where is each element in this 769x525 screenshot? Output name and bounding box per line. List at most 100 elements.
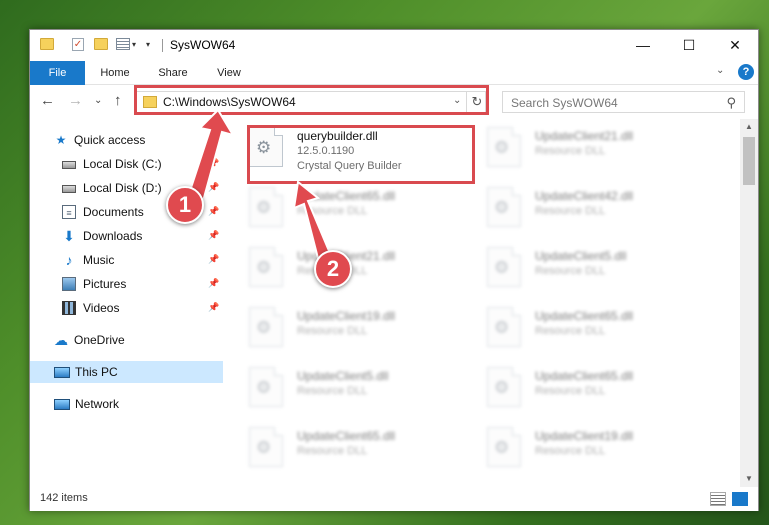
- quick-access-dropdown-icon[interactable]: ▾: [132, 40, 136, 49]
- sidebar-item-pictures[interactable]: Pictures 📌: [30, 273, 223, 295]
- file-tile[interactable]: ⚙ UpdateClient19.dll Resource DLL: [463, 419, 688, 467]
- up-button[interactable]: ↑: [114, 92, 122, 110]
- maximize-button[interactable]: ☐: [666, 30, 712, 60]
- pin-icon[interactable]: 📌: [208, 302, 219, 313]
- search-icon[interactable]: ⚲: [726, 95, 736, 111]
- dll-file-icon: ⚙: [487, 187, 521, 227]
- network-icon: [54, 399, 70, 410]
- dll-file-icon: ⚙: [249, 427, 283, 467]
- gear-icon: ⚙: [494, 378, 510, 397]
- recent-locations-button[interactable]: ⌄: [94, 92, 102, 110]
- file-name: UpdateClient65.dll: [535, 309, 634, 323]
- gear-icon: ⚙: [256, 438, 272, 457]
- item-count: 142 items: [40, 492, 88, 504]
- file-name: UpdateClient42.dll: [535, 189, 634, 203]
- customize-icon[interactable]: [116, 38, 130, 50]
- dll-file-icon: ⚙: [487, 127, 521, 167]
- search-input[interactable]: Search SysWOW64 ⚲: [502, 91, 745, 113]
- gear-icon: ⚙: [494, 258, 510, 277]
- star-icon: ★: [55, 133, 67, 147]
- pin-icon[interactable]: 📌: [208, 254, 219, 265]
- navigation-pane: ★ Quick access Local Disk (C:) 📌 Local D…: [30, 119, 225, 487]
- title-bar: ✓ ▾ ▾ SysWOW64 — ☐ ✕: [30, 30, 758, 61]
- gear-icon: ⚙: [494, 198, 510, 217]
- folder-icon: [40, 38, 54, 50]
- pin-icon[interactable]: 📌: [208, 230, 219, 241]
- sidebar-item-music[interactable]: ♪ Music 📌: [30, 249, 223, 271]
- scrollbar-thumb[interactable]: [743, 137, 755, 185]
- pin-icon[interactable]: 📌: [208, 158, 219, 169]
- sidebar-item-downloads[interactable]: ⬇ Downloads 📌: [30, 225, 223, 247]
- tab-share[interactable]: Share: [150, 61, 196, 85]
- vertical-scrollbar[interactable]: ▲ ▼: [740, 119, 758, 487]
- gear-icon: ⚙: [256, 258, 272, 277]
- file-name: UpdateClient65.dll: [297, 189, 396, 203]
- file-tile[interactable]: ⚙ UpdateClient42.dll Resource DLL: [463, 179, 688, 227]
- search-placeholder: Search SysWOW64: [511, 96, 618, 110]
- pictures-icon: [62, 277, 76, 291]
- close-button[interactable]: ✕: [712, 30, 758, 60]
- tab-file[interactable]: File: [30, 61, 85, 85]
- file-highlight-box: [247, 125, 475, 184]
- window-title: SysWOW64: [170, 38, 236, 52]
- step-badge-1: 1: [166, 186, 204, 224]
- file-name: UpdateClient19.dll: [535, 429, 634, 443]
- drive-icon: [62, 185, 76, 193]
- dll-file-icon: ⚙: [487, 367, 521, 407]
- sidebar-item-quick-access[interactable]: ★ Quick access: [30, 129, 223, 151]
- file-type: Resource DLL: [297, 325, 368, 337]
- sidebar-item-this-pc[interactable]: This PC: [30, 361, 223, 383]
- file-tile[interactable]: ⚙ UpdateClient5.dll Resource DLL: [225, 359, 450, 407]
- new-folder-icon[interactable]: [94, 38, 108, 50]
- quick-access-toolbar-caret-icon[interactable]: ▾: [146, 40, 150, 49]
- pin-icon[interactable]: 📌: [208, 278, 219, 289]
- gear-icon: ⚙: [256, 378, 272, 397]
- dll-file-icon: ⚙: [487, 307, 521, 347]
- file-type: Resource DLL: [535, 325, 606, 337]
- details-view-icon[interactable]: [710, 492, 726, 506]
- file-type: Resource DLL: [297, 445, 368, 457]
- ribbon: File Home Share View ⌄ ?: [30, 61, 758, 85]
- sidebar-item-label: Local Disk (C:): [83, 157, 162, 171]
- tab-view[interactable]: View: [206, 61, 252, 85]
- file-type: Resource DLL: [297, 205, 368, 217]
- file-tile[interactable]: ⚙ UpdateClient65.dll Resource DLL: [225, 419, 450, 467]
- file-type: Resource DLL: [535, 145, 606, 157]
- music-icon: ♪: [65, 252, 73, 268]
- documents-icon: ≡: [62, 205, 76, 219]
- sidebar-item-local-disk-c[interactable]: Local Disk (C:) 📌: [30, 153, 223, 175]
- file-name: UpdateClient5.dll: [535, 249, 627, 263]
- file-type: Resource DLL: [535, 445, 606, 457]
- pin-icon[interactable]: 📌: [208, 182, 219, 193]
- help-icon[interactable]: ?: [738, 64, 754, 80]
- sidebar-item-network[interactable]: Network: [30, 393, 223, 415]
- pin-icon[interactable]: 📌: [208, 206, 219, 217]
- forward-button[interactable]: →: [68, 92, 83, 110]
- sidebar-item-label: This PC: [75, 365, 118, 379]
- scroll-up-icon[interactable]: ▲: [740, 119, 758, 135]
- minimize-button[interactable]: —: [620, 30, 666, 60]
- tab-home[interactable]: Home: [92, 61, 138, 85]
- videos-icon: [62, 301, 76, 315]
- sidebar-item-onedrive[interactable]: ☁ OneDrive: [30, 329, 223, 351]
- file-tile[interactable]: ⚙ UpdateClient65.dll Resource DLL: [463, 299, 688, 347]
- dll-file-icon: ⚙: [487, 427, 521, 467]
- file-type: Resource DLL: [535, 385, 606, 397]
- file-tile[interactable]: ⚙ UpdateClient21.dll Resource DLL: [463, 119, 688, 167]
- sidebar-item-videos[interactable]: Videos 📌: [30, 297, 223, 319]
- file-name: UpdateClient5.dll: [297, 369, 389, 383]
- back-button[interactable]: ←: [40, 92, 55, 110]
- download-icon: ⬇: [63, 228, 75, 244]
- expand-ribbon-icon[interactable]: ⌄: [716, 65, 724, 76]
- file-tile[interactable]: ⚙ UpdateClient65.dll Resource DLL: [225, 179, 450, 227]
- sidebar-item-label: Quick access: [74, 133, 146, 147]
- file-name: UpdateClient65.dll: [535, 369, 634, 383]
- file-tile[interactable]: ⚙ UpdateClient19.dll Resource DLL: [225, 299, 450, 347]
- sidebar-item-label: Music: [83, 253, 115, 267]
- properties-check-icon[interactable]: ✓: [72, 38, 84, 51]
- tiles-view-icon[interactable]: [732, 492, 748, 506]
- file-tile[interactable]: ⚙ UpdateClient65.dll Resource DLL: [463, 359, 688, 407]
- file-tile[interactable]: ⚙ UpdateClient5.dll Resource DLL: [463, 239, 688, 287]
- address-highlight-box: [134, 85, 489, 115]
- scroll-down-icon[interactable]: ▼: [740, 471, 758, 487]
